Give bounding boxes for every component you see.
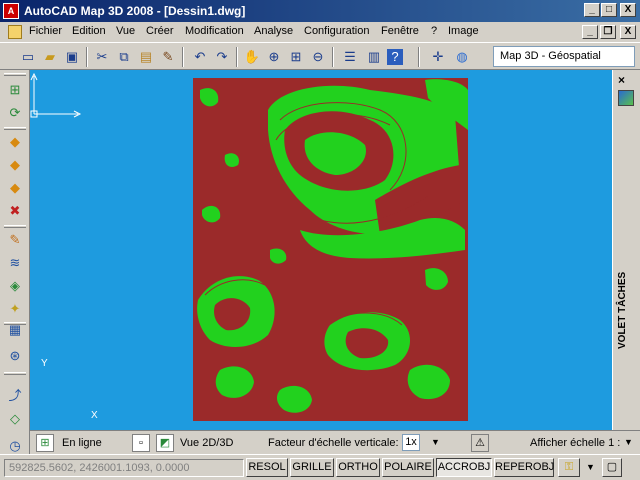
map-left-toolbar: ⊞ ⟳ ◆ ◆ ◆ ✖ ✎ ≋ ◈ ✦ ▦ ⊛ ⤴ ◇ ◷ xyxy=(0,70,30,460)
status-menu-arrow-icon[interactable]: ▼ xyxy=(586,462,595,472)
toolbar-separator xyxy=(182,47,184,67)
vertical-factor-label: Facteur d'échelle verticale: xyxy=(268,437,399,449)
toolbar-separator xyxy=(236,47,238,67)
zoom-previous-icon[interactable]: ⊖ xyxy=(308,47,328,67)
autocad-app-icon[interactable]: A xyxy=(3,3,19,19)
menu-analyse[interactable]: Analyse xyxy=(254,25,293,37)
properties-icon[interactable]: ☰ xyxy=(340,47,360,67)
paste-icon[interactable]: ▤ xyxy=(136,47,156,67)
task-pane-label[interactable]: VOLET TÂCHES xyxy=(617,220,637,400)
status-bar: 592825.5602, 2426001.1093, 0.0000 RESOL … xyxy=(0,454,640,480)
undo-icon[interactable]: ↶ xyxy=(190,47,210,67)
toolbar-separator xyxy=(418,47,420,67)
toggle-reperobj[interactable]: REPEROBJ xyxy=(494,458,554,477)
match-properties-icon[interactable]: ✎ xyxy=(158,47,178,67)
toolbar-grip[interactable] xyxy=(4,372,26,375)
diamond-tool-icon[interactable]: ◇ xyxy=(5,409,25,429)
menu-fenetre[interactable]: Fenêtre xyxy=(381,25,419,37)
help-icon[interactable]: ? xyxy=(387,49,403,65)
standard-toolbar: ▭ ▰ ▣ ✂ ⧉ ▤ ✎ ↶ ↷ ✋ ⊕ ⊞ ⊖ ☰ ▥ ? ✛ ◍ Map … xyxy=(0,42,640,70)
toggle-polaire[interactable]: POLAIRE xyxy=(382,458,434,477)
pan-icon[interactable]: ✋ xyxy=(242,47,262,67)
menu-vue[interactable]: Vue xyxy=(116,25,135,37)
clock-icon[interactable]: ◷ xyxy=(5,436,25,456)
toolbar-separator xyxy=(332,47,334,67)
data-connect-icon[interactable]: ⊞ xyxy=(5,80,25,100)
menu-fichier[interactable]: Fichier xyxy=(29,25,62,37)
terrain-raster xyxy=(193,78,468,421)
stack-icon[interactable]: ≋ xyxy=(5,253,25,273)
task-pane-close-button[interactable]: × xyxy=(618,73,625,87)
toolbar-separator xyxy=(86,47,88,67)
ucs-x-label: X xyxy=(91,410,98,421)
query-icon[interactable]: ⊛ xyxy=(5,346,25,366)
redo-icon[interactable]: ↷ xyxy=(212,47,232,67)
doc-restore-button[interactable]: ❐ xyxy=(600,25,616,39)
open-folder-icon[interactable]: ▰ xyxy=(40,47,60,67)
save-icon[interactable]: ▣ xyxy=(62,47,82,67)
show-scale-label: Afficher échelle 1 : xyxy=(530,437,621,449)
zoom-realtime-icon[interactable]: ⊕ xyxy=(264,47,284,67)
toggle-accrobj[interactable]: ACCROBJ xyxy=(436,458,492,477)
toggle-resol[interactable]: RESOL xyxy=(246,458,288,477)
vertical-factor-input[interactable]: 1x xyxy=(402,434,420,451)
cut-icon[interactable]: ✂ xyxy=(92,47,112,67)
refresh-icon[interactable]: ⟳ xyxy=(5,103,25,123)
map-explorer-icon[interactable] xyxy=(618,90,634,106)
globe-icon[interactable]: ◍ xyxy=(452,47,472,67)
toolbar-grip[interactable] xyxy=(4,127,26,130)
menu-bar: Fichier Edition Vue Créer Modification A… xyxy=(0,22,640,42)
view-2d-icon[interactable]: ▫ xyxy=(132,434,150,452)
layer-check-icon[interactable]: ◆ xyxy=(5,178,25,198)
title-bar: A AutoCAD Map 3D 2008 - [Dessin1.dwg] _ … xyxy=(0,0,640,22)
sparkle-icon[interactable]: ✦ xyxy=(5,299,25,319)
document-icon[interactable] xyxy=(8,25,22,39)
lock-icon[interactable]: ⚿ xyxy=(558,458,580,477)
doc-minimize-button[interactable]: _ xyxy=(582,25,598,39)
online-icon[interactable]: ⊞ xyxy=(36,434,54,452)
zoom-window-icon[interactable]: ⊞ xyxy=(286,47,306,67)
design-center-icon[interactable]: ▥ xyxy=(364,47,384,67)
toggle-ortho[interactable]: ORTHO xyxy=(336,458,380,477)
toolbar-grip[interactable] xyxy=(4,73,26,76)
drawing-canvas[interactable]: Y X xyxy=(30,70,612,430)
menu-modification[interactable]: Modification xyxy=(185,25,244,37)
workspace-select[interactable]: Map 3D - Géospatial xyxy=(493,46,635,67)
task-pane: × VOLET TÂCHES xyxy=(612,70,640,430)
clean-screen-icon[interactable]: ▢ xyxy=(602,458,622,477)
layer-add-icon[interactable]: ◆ xyxy=(5,132,25,152)
layer-delete-icon[interactable]: ✖ xyxy=(5,201,25,221)
new-file-icon[interactable]: ▭ xyxy=(18,47,38,67)
view-3d-icon[interactable]: ◩ xyxy=(156,434,174,452)
close-window-button[interactable]: X xyxy=(620,3,636,17)
table-icon[interactable]: ▦ xyxy=(5,320,25,340)
menu-help[interactable]: ? xyxy=(431,25,437,37)
link-icon[interactable]: ⤴ xyxy=(5,386,25,406)
toolbar-grip[interactable] xyxy=(4,225,26,228)
layer-edit-icon[interactable]: ◆ xyxy=(5,155,25,175)
menu-configuration[interactable]: Configuration xyxy=(304,25,369,37)
map-status-bar: ⊞ En ligne ▫ ◩ Vue 2D/3D Facteur d'échel… xyxy=(30,430,640,454)
minimize-button[interactable]: _ xyxy=(584,3,600,17)
warning-icon[interactable]: ⚠ xyxy=(471,434,489,452)
show-scale-dropdown-icon[interactable]: ▼ xyxy=(624,437,633,447)
doc-close-button[interactable]: X xyxy=(620,25,636,39)
menu-creer[interactable]: Créer xyxy=(146,25,174,37)
pencil-icon[interactable]: ✎ xyxy=(5,230,25,250)
maximize-button[interactable]: □ xyxy=(601,3,617,17)
layers-icon[interactable]: ◈ xyxy=(5,276,25,296)
ucs-axes-icon xyxy=(30,72,82,118)
ucs-y-label: Y xyxy=(41,358,48,369)
menu-edition[interactable]: Edition xyxy=(72,25,106,37)
menu-image[interactable]: Image xyxy=(448,25,479,37)
toggle-grille[interactable]: GRILLE xyxy=(290,458,334,477)
copy-icon[interactable]: ⧉ xyxy=(114,47,134,67)
window-title: AutoCAD Map 3D 2008 - [Dessin1.dwg] xyxy=(24,4,246,18)
view-mode-label: Vue 2D/3D xyxy=(180,437,234,449)
vertical-factor-dropdown-icon[interactable]: ▼ xyxy=(431,437,440,447)
crosshair-icon[interactable]: ✛ xyxy=(428,47,448,67)
coordinates-display[interactable]: 592825.5602, 2426001.1093, 0.0000 xyxy=(4,459,244,477)
online-status: En ligne xyxy=(62,437,102,449)
